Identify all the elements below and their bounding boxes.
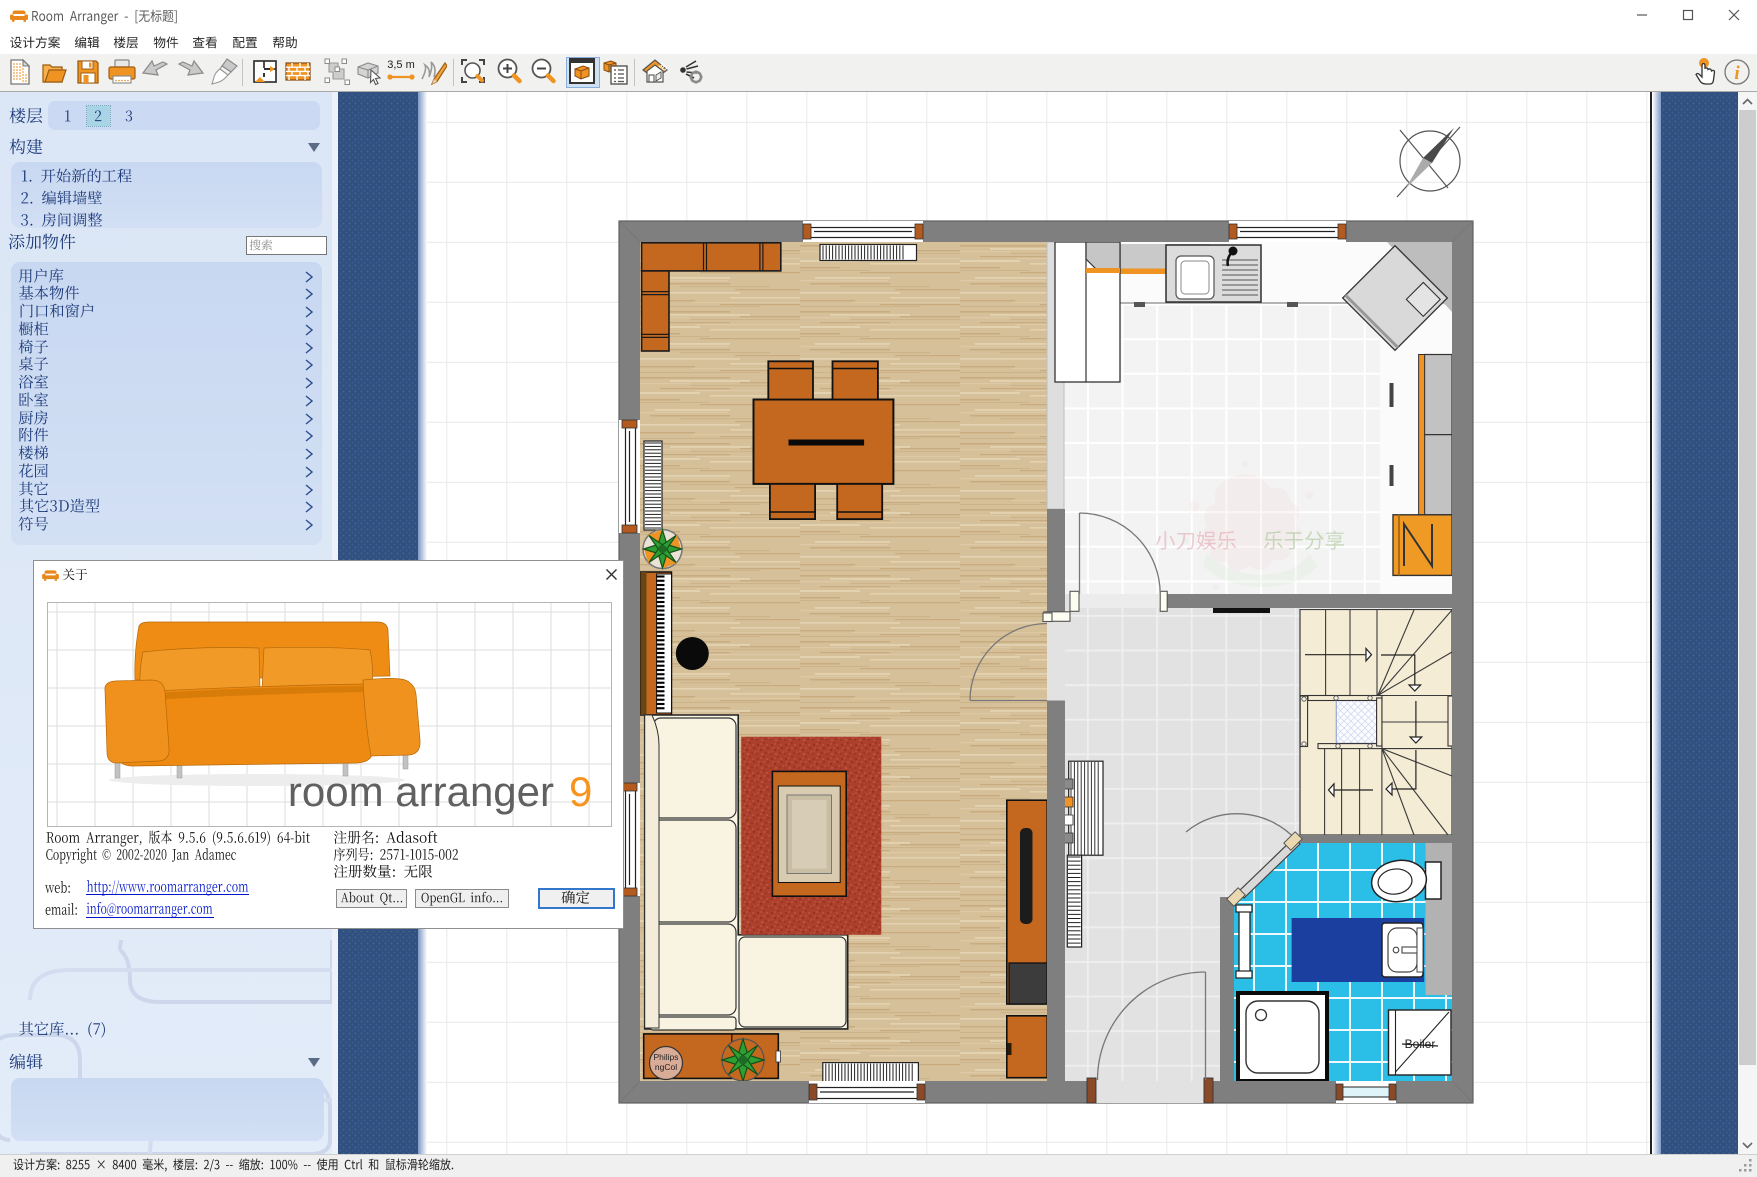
svg-text:3,5 m: 3,5 m <box>387 59 415 71</box>
svg-text:room arranger: room arranger <box>288 768 554 815</box>
svg-text:ngCol: ngCol <box>655 1062 677 1072</box>
svg-text:Philips: Philips <box>653 1052 678 1062</box>
svg-text:i: i <box>1734 63 1740 84</box>
svg-text:9: 9 <box>569 768 592 815</box>
